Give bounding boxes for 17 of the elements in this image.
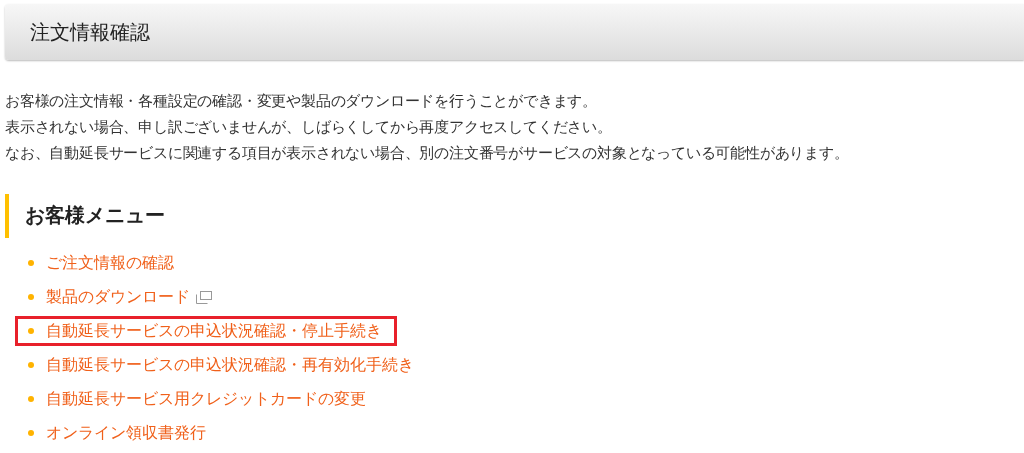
menu-link[interactable]: オンライン領収書発行 bbox=[46, 422, 206, 444]
menu-link[interactable]: 自動延長サービスの申込状況確認・再有効化手続き bbox=[46, 354, 414, 376]
intro-text: なお、自動延長サービスに関連する項目が表示されない場合、別の注文番号がサービスの対象となっている可能性があります。 bbox=[5, 143, 850, 164]
bullet-icon bbox=[28, 362, 34, 368]
menu-link[interactable]: 自動延長サービス用クレジットカードの変更 bbox=[46, 388, 366, 410]
menu-link[interactable]: ご注文情報の確認 bbox=[46, 252, 174, 274]
bullet-icon bbox=[28, 260, 34, 266]
menu-link[interactable]: 自動延長サービスの申込状況確認・停止手続き bbox=[46, 320, 382, 342]
bullet-icon bbox=[28, 294, 34, 300]
intro-text: お客様の注文情報・各種設定の確認・変更や製品のダウンロードを行うことができます。 bbox=[5, 91, 598, 112]
page-title: 注文情報確認 bbox=[30, 18, 150, 46]
section-heading: お客様メニュー bbox=[5, 194, 165, 238]
bullet-icon bbox=[28, 396, 34, 402]
intro-text: 表示されない場合、申し訳ございませんが、しばらくしてから再度アクセスしてください。 bbox=[5, 117, 613, 138]
bullet-icon bbox=[28, 328, 34, 334]
bullet-icon bbox=[28, 430, 34, 436]
menu-link[interactable]: 製品のダウンロード bbox=[46, 286, 190, 308]
